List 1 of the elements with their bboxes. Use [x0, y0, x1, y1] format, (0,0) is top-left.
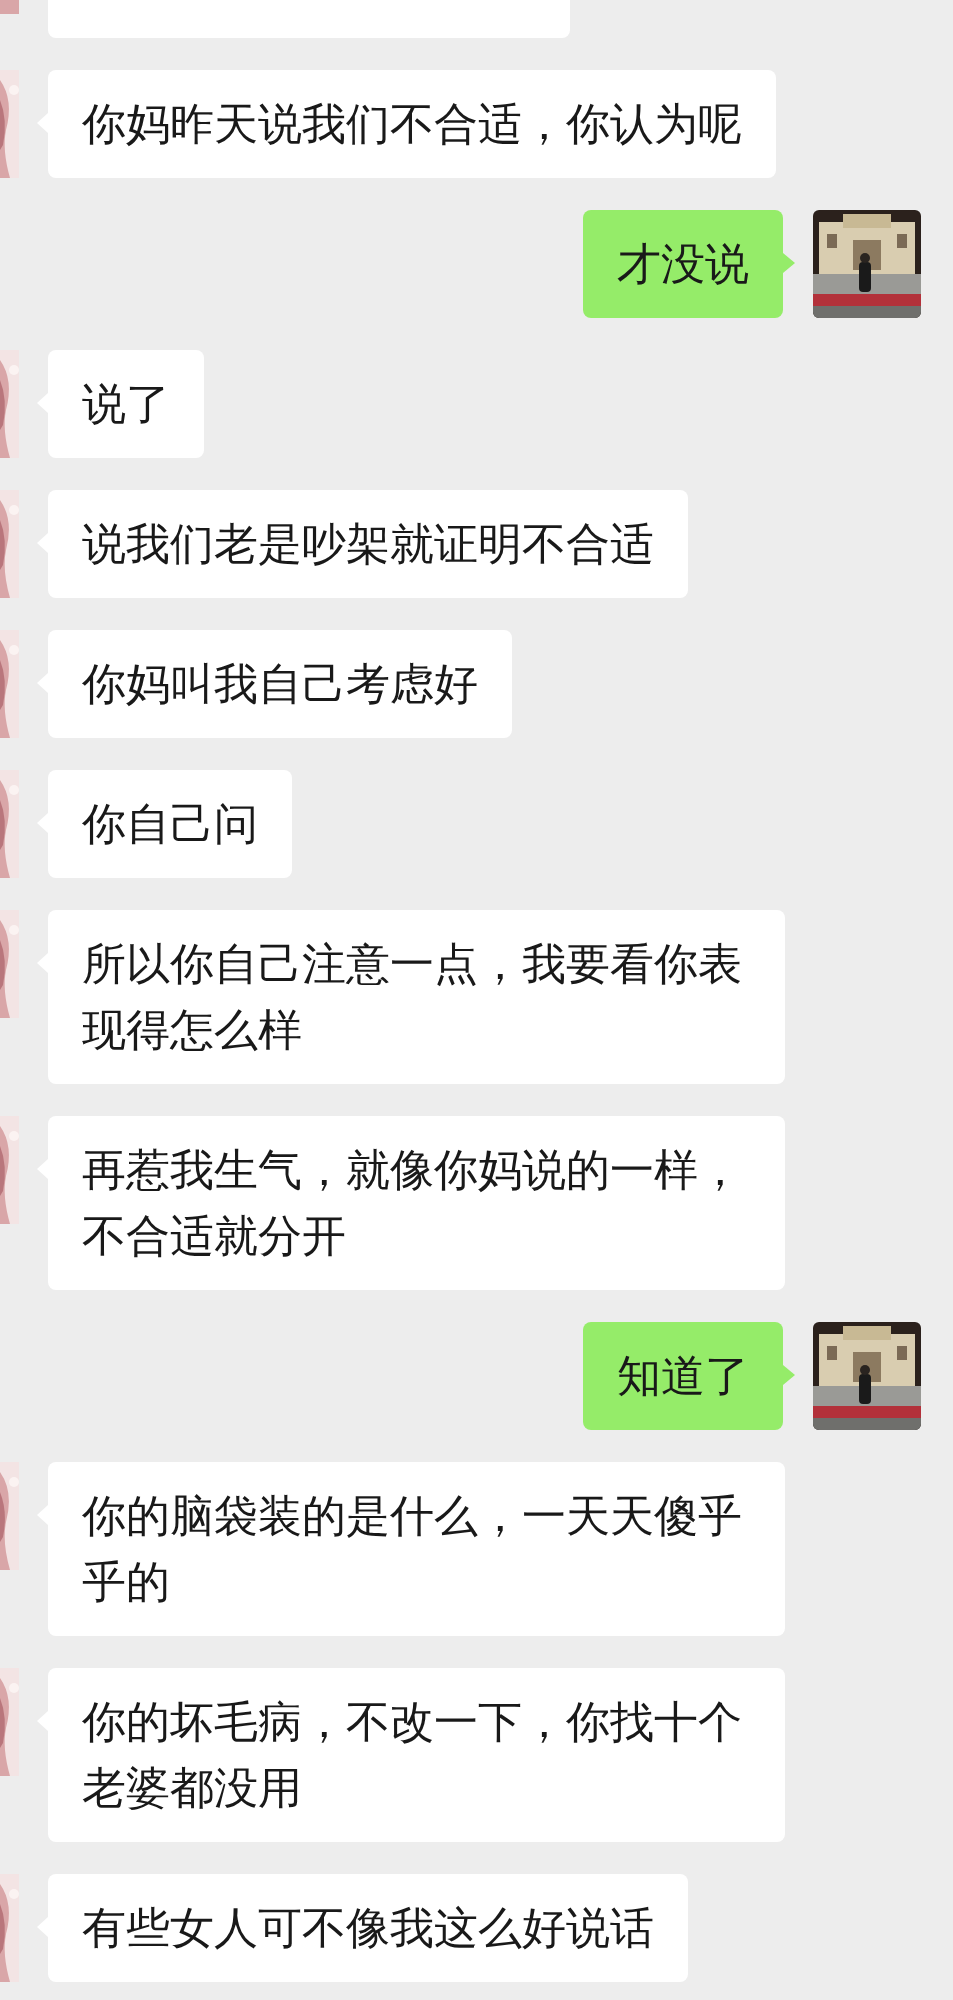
avatar-edge — [0, 0, 19, 14]
